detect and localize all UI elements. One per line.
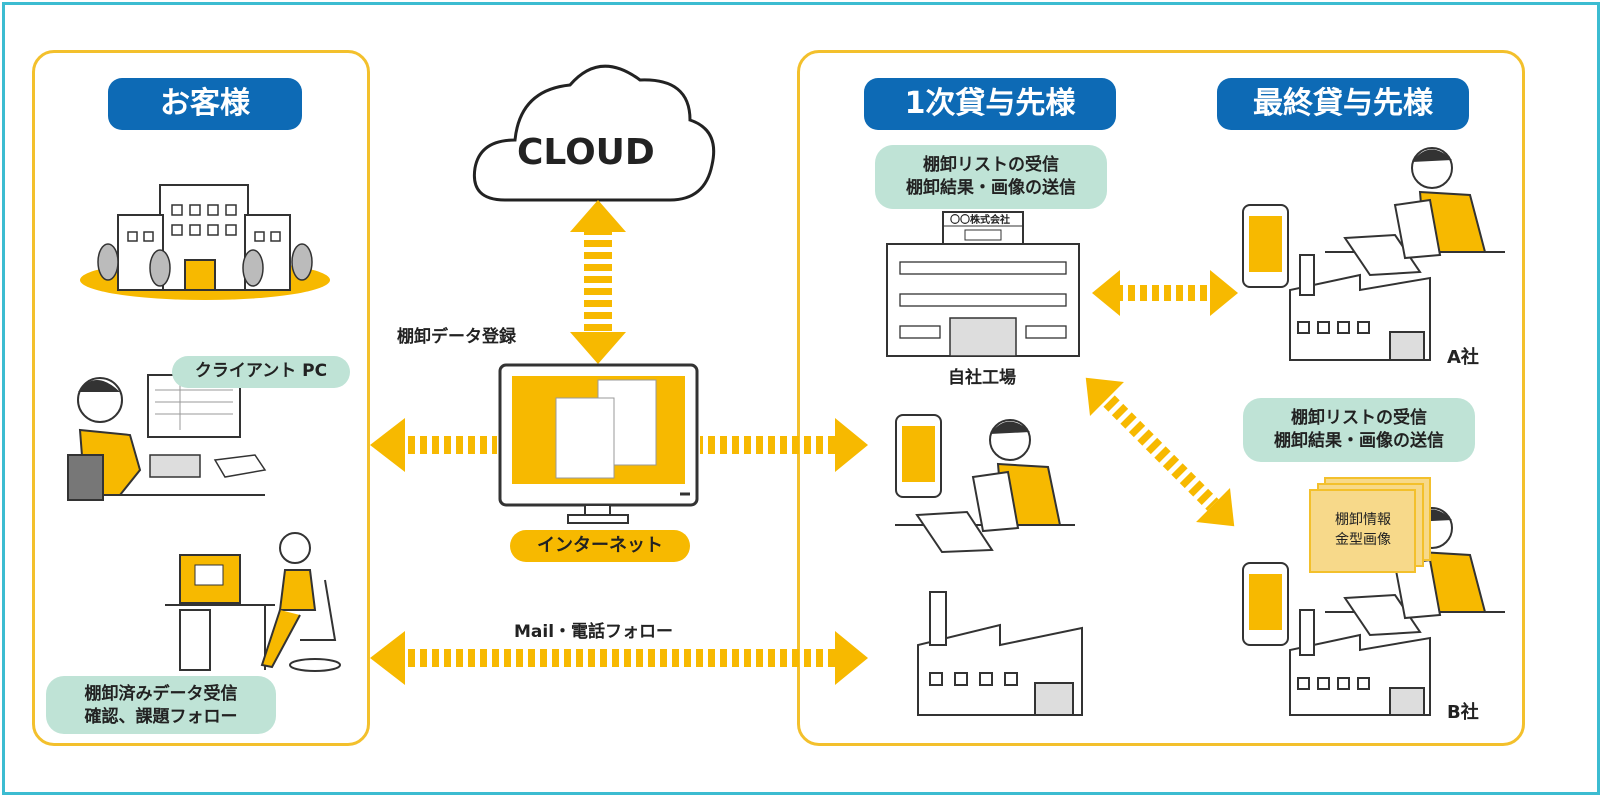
note-line: 棚卸結果・画像の送信 bbox=[1274, 431, 1444, 451]
note-line: 確認、課題フォロー bbox=[84, 707, 238, 727]
mail-phone-label: Mail・電話フォロー bbox=[514, 622, 674, 642]
customer-note: 棚卸済みデータ受信 確認、課題フォロー bbox=[46, 676, 276, 734]
doc-line: 金型画像 bbox=[1335, 532, 1391, 548]
document-label: 棚卸情報 金型画像 bbox=[1335, 510, 1391, 550]
note-line: 棚卸リストの受信 bbox=[1291, 408, 1427, 428]
monitor-icon bbox=[498, 363, 699, 524]
customer-title: お客様 bbox=[108, 78, 302, 130]
own-factory-label: 自社工場 bbox=[948, 368, 1016, 388]
cloud-label: CLOUD bbox=[517, 132, 655, 173]
note-line: 棚卸済みデータ受信 bbox=[84, 684, 238, 704]
internet-label: インターネット bbox=[510, 530, 690, 562]
client-pc-label: クライアント PC bbox=[172, 356, 350, 388]
company-a-label: A社 bbox=[1447, 347, 1479, 368]
final-note: 棚卸リストの受信 棚卸結果・画像の送信 bbox=[1243, 398, 1475, 462]
register-label: 棚卸データ登録 bbox=[397, 327, 516, 347]
company-building-icon bbox=[886, 211, 1080, 357]
company-sign: 〇〇株式会社 bbox=[950, 215, 1010, 226]
doc-line: 棚卸情報 bbox=[1335, 512, 1391, 528]
primary-lender-title: 1次貸与先様 bbox=[864, 78, 1116, 130]
final-lender-title: 最終貸与先様 bbox=[1217, 78, 1469, 130]
building-icon bbox=[80, 184, 330, 300]
company-b-label: B社 bbox=[1447, 702, 1479, 723]
double-arrow-icon bbox=[570, 200, 626, 364]
person-at-pc-icon bbox=[67, 374, 267, 501]
woman-at-desk-icon bbox=[165, 532, 341, 672]
factory-icon bbox=[917, 591, 1083, 716]
note-line: 棚卸結果・画像の送信 bbox=[906, 178, 1076, 198]
note-line: 棚卸リストの受信 bbox=[923, 155, 1059, 175]
primary-note: 棚卸リストの受信 棚卸結果・画像の送信 bbox=[875, 145, 1107, 209]
